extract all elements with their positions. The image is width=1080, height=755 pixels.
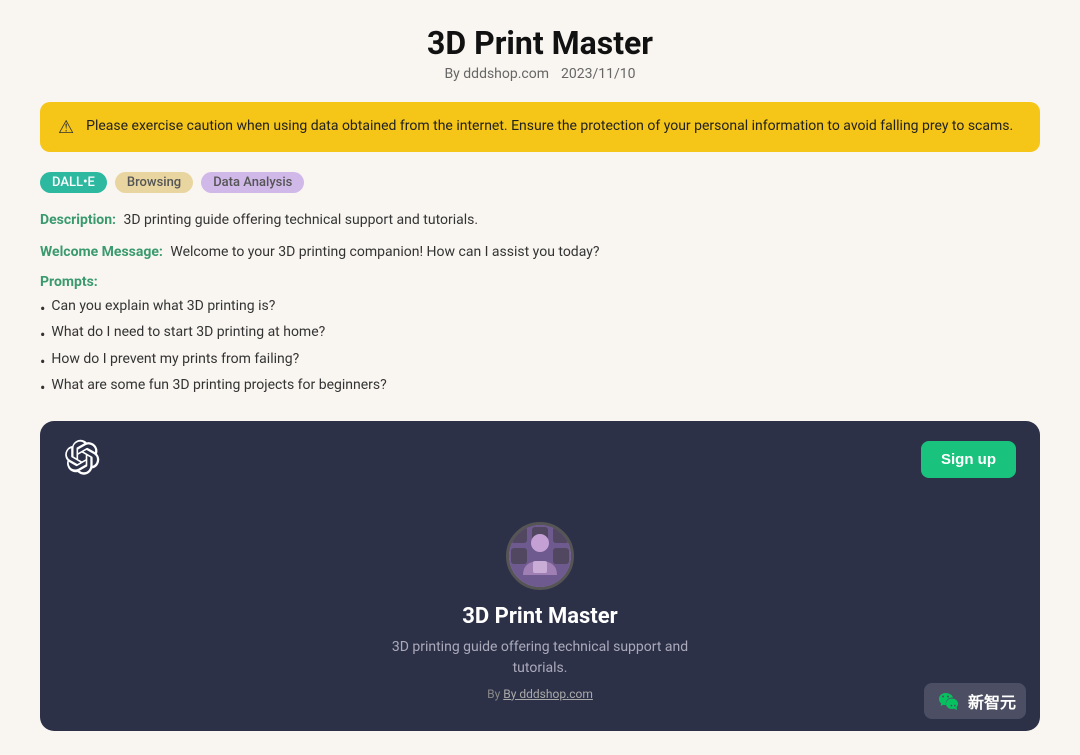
avatar bbox=[506, 522, 574, 590]
wechat-label: 新智元 bbox=[968, 689, 1016, 713]
prompts-label: Prompts: bbox=[40, 274, 1040, 290]
openai-logo-icon bbox=[64, 439, 100, 479]
avatar-image bbox=[509, 525, 571, 587]
page-title: 3D Print Master bbox=[40, 24, 1040, 62]
wechat-icon bbox=[934, 687, 962, 715]
welcome-value: Welcome to your 3D printing companion! H… bbox=[170, 244, 599, 260]
dark-panel-title: 3D Print Master bbox=[462, 604, 617, 629]
description-label: Description: bbox=[40, 212, 116, 228]
sign-up-button[interactable]: Sign up bbox=[921, 441, 1016, 478]
prompt-item: What do I need to start 3D printing at h… bbox=[40, 322, 1040, 348]
by-label: By dddshop.com bbox=[444, 66, 549, 82]
description-section: Description: 3D printing guide offering … bbox=[40, 209, 1040, 231]
date-label: 2023/11/10 bbox=[561, 66, 636, 82]
welcome-section: Welcome Message: Welcome to your 3D prin… bbox=[40, 241, 1040, 263]
page-header: 3D Print Master By dddshop.com 2023/11/1… bbox=[40, 24, 1040, 82]
dark-panel-description: 3D printing guide offering technical sup… bbox=[370, 637, 710, 679]
prompt-item: Can you explain what 3D printing is? bbox=[40, 296, 1040, 322]
byline-link[interactable]: By dddshop.com bbox=[503, 687, 593, 701]
description-value: 3D printing guide offering technical sup… bbox=[123, 212, 478, 228]
wechat-watermark: 新智元 bbox=[924, 683, 1026, 719]
tags-row: DALL•E Browsing Data Analysis bbox=[40, 172, 1040, 193]
dark-panel-byline: By By dddshop.com bbox=[487, 687, 593, 701]
warning-icon: ⚠ bbox=[58, 117, 74, 138]
warning-banner: ⚠ Please exercise caution when using dat… bbox=[40, 102, 1040, 152]
warning-text: Please exercise caution when using data … bbox=[86, 116, 1013, 137]
tag-data-analysis[interactable]: Data Analysis bbox=[201, 172, 304, 193]
welcome-label: Welcome Message: bbox=[40, 244, 163, 260]
dark-panel: Sign up bbox=[40, 421, 1040, 731]
tag-browsing[interactable]: Browsing bbox=[115, 172, 193, 193]
byline-text: By bbox=[487, 687, 503, 701]
page-subtitle: By dddshop.com 2023/11/10 bbox=[40, 66, 1040, 82]
prompt-item: How do I prevent my prints from failing? bbox=[40, 349, 1040, 375]
dark-panel-header: Sign up bbox=[64, 439, 1016, 479]
prompts-section: Prompts: Can you explain what 3D printin… bbox=[40, 274, 1040, 402]
prompts-list: Can you explain what 3D printing is? Wha… bbox=[40, 296, 1040, 402]
prompt-item: What are some fun 3D printing projects f… bbox=[40, 375, 1040, 401]
tag-dalle[interactable]: DALL•E bbox=[40, 172, 107, 193]
dark-panel-center: 3D Print Master 3D printing guide offeri… bbox=[64, 519, 1016, 713]
